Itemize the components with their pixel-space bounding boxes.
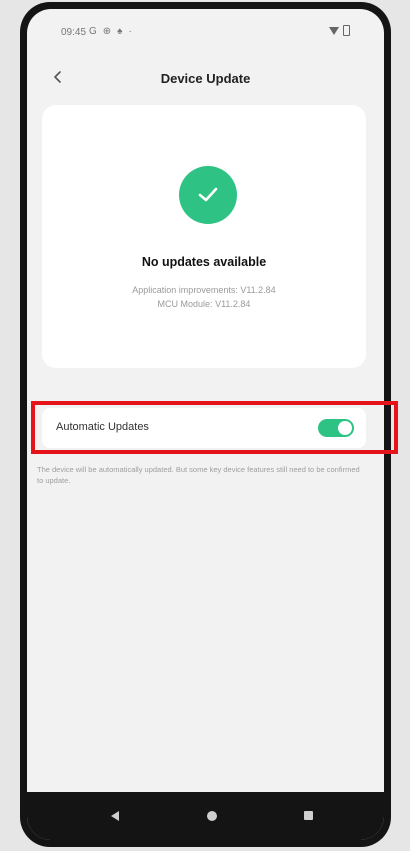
- update-status-card: No updates available Application improve…: [42, 105, 366, 368]
- more-notifications-icon: ·: [128, 26, 132, 37]
- network-icon: ⊕: [102, 26, 112, 37]
- system-navigation-bar: [27, 792, 384, 840]
- check-circle-icon: [179, 166, 237, 224]
- nav-back-icon[interactable]: [111, 811, 119, 821]
- top-app-bar: Device Update: [27, 59, 384, 99]
- highlight-annotation: [31, 401, 398, 454]
- update-status-title: No updates available: [141, 255, 267, 269]
- nav-recents-icon[interactable]: [304, 811, 313, 820]
- notification-icon: ♠: [117, 26, 123, 37]
- google-icon: G: [89, 26, 97, 37]
- wifi-icon: [329, 26, 339, 35]
- page-title: Device Update: [160, 71, 251, 86]
- status-bar: 09:45 G ⊕ ♠ ·: [27, 9, 384, 49]
- app-version-text: Application improvements: V11.2.84: [132, 285, 276, 295]
- status-time: 09:45: [61, 27, 87, 38]
- nav-home-icon[interactable]: [207, 811, 217, 821]
- auto-update-description: The device will be automatically updated…: [37, 465, 360, 485]
- mcu-version-text: MCU Module: V11.2.84: [157, 299, 251, 309]
- battery-icon: [343, 25, 350, 36]
- status-system-icons: [329, 25, 350, 36]
- status-notification-icons: G ⊕ ♠ ·: [89, 26, 132, 37]
